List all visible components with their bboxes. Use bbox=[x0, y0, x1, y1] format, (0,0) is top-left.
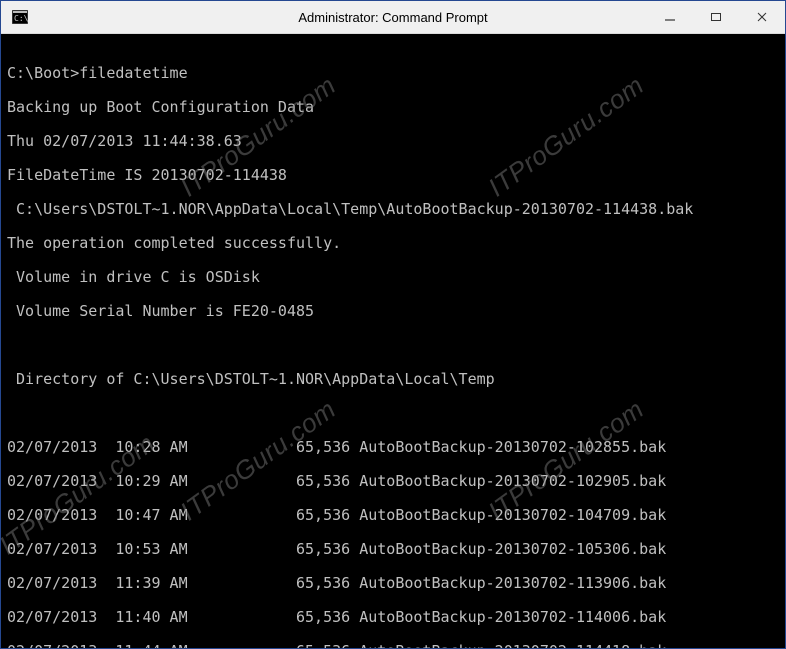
dir-row: 02/07/2013 11:40 AM 65,536 AutoBootBacku… bbox=[7, 609, 783, 626]
output-line: The operation completed successfully. bbox=[7, 235, 783, 252]
console-output[interactable]: C:\Boot>filedatetime Backing up Boot Con… bbox=[1, 34, 785, 648]
minimize-button[interactable] bbox=[647, 1, 693, 33]
output-line: Backing up Boot Configuration Data bbox=[7, 99, 783, 116]
cmd-icon[interactable]: C:\ bbox=[7, 6, 33, 28]
output-line: Volume in drive C is OSDisk bbox=[7, 269, 783, 286]
dir-row: 02/07/2013 10:28 AM 65,536 AutoBootBacku… bbox=[7, 439, 783, 456]
prompt: C:\Boot> bbox=[7, 64, 79, 82]
window-controls bbox=[647, 1, 785, 33]
dir-row: 02/07/2013 10:47 AM 65,536 AutoBootBacku… bbox=[7, 507, 783, 524]
output-line: Thu 02/07/2013 11:44:38.63 bbox=[7, 133, 783, 150]
cmd-window: C:\ Administrator: Command Prompt C:\Boo… bbox=[0, 0, 786, 649]
output-line: FileDateTime IS 20130702-114438 bbox=[7, 167, 783, 184]
prompt-line: C:\Boot>filedatetime bbox=[7, 65, 783, 82]
dir-row: 02/07/2013 11:44 AM 65,536 AutoBootBacku… bbox=[7, 643, 783, 648]
titlebar[interactable]: C:\ Administrator: Command Prompt bbox=[1, 1, 785, 34]
dir-row: 02/07/2013 10:53 AM 65,536 AutoBootBacku… bbox=[7, 541, 783, 558]
output-line: Directory of C:\Users\DSTOLT~1.NOR\AppDa… bbox=[7, 371, 783, 388]
output-line: C:\Users\DSTOLT~1.NOR\AppData\Local\Temp… bbox=[7, 201, 783, 218]
command: filedatetime bbox=[79, 64, 187, 82]
svg-text:C:\: C:\ bbox=[14, 14, 28, 23]
output-line: Volume Serial Number is FE20-0485 bbox=[7, 303, 783, 320]
dir-row: 02/07/2013 10:29 AM 65,536 AutoBootBacku… bbox=[7, 473, 783, 490]
blank-line bbox=[7, 337, 783, 354]
blank-line bbox=[7, 405, 783, 422]
maximize-button[interactable] bbox=[693, 1, 739, 33]
dir-row: 02/07/2013 11:39 AM 65,536 AutoBootBacku… bbox=[7, 575, 783, 592]
close-button[interactable] bbox=[739, 1, 785, 33]
